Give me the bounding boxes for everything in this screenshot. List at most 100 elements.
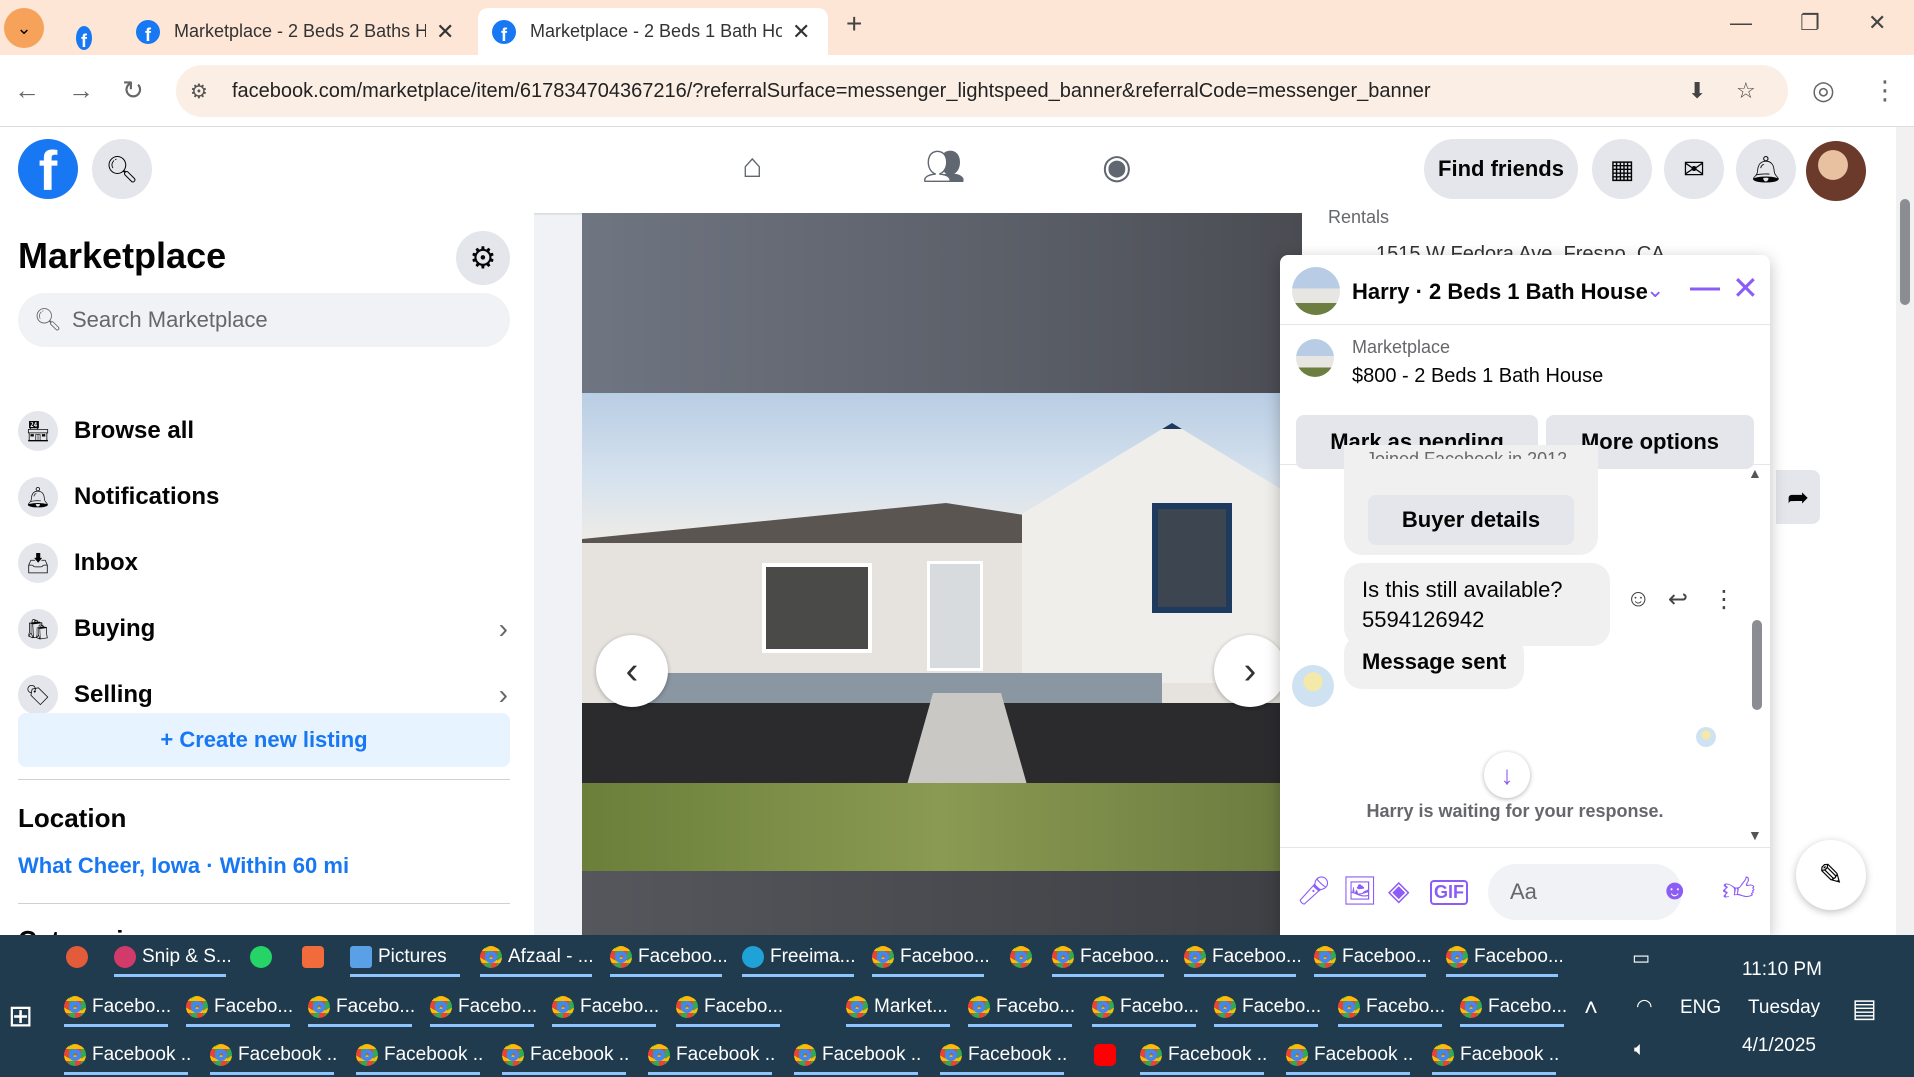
windows-start-icon[interactable]: ⊞: [8, 999, 33, 1034]
close-chat-icon[interactable]: ✕: [1732, 269, 1759, 307]
taskbar-app[interactable]: Facebook ...: [936, 1035, 1068, 1075]
share-button[interactable]: ➦: [1776, 470, 1820, 524]
profile-icon[interactable]: ◎: [1812, 75, 1835, 106]
taskbar-app[interactable]: Facebo...: [182, 987, 294, 1027]
restore-button[interactable]: ❐: [1800, 10, 1820, 36]
taskbar-app[interactable]: Facebook ...: [206, 1035, 338, 1075]
gif-icon[interactable]: GIF: [1430, 880, 1468, 905]
taskbar-app[interactable]: [298, 937, 324, 977]
taskbar-app[interactable]: Facebook ...: [1282, 1035, 1414, 1075]
action-center-icon[interactable]: ▤: [1852, 993, 1877, 1024]
taskbar-app[interactable]: Faceboo...: [868, 937, 988, 977]
taskbar-app[interactable]: Facebook ...: [1136, 1035, 1268, 1075]
reply-icon[interactable]: ↩: [1668, 585, 1688, 614]
chat-header[interactable]: Harry · 2 Beds 1 Bath House ⌄ — ✕: [1280, 255, 1770, 325]
taskbar-app[interactable]: Freeima...: [738, 937, 858, 977]
search-button[interactable]: 🔍︎: [92, 139, 152, 199]
taskbar-app[interactable]: Facebook ...: [790, 1035, 922, 1075]
taskbar-app[interactable]: [246, 937, 272, 977]
friends-icon[interactable]: 👥︎: [922, 147, 965, 187]
tab-search-button[interactable]: ⌄: [4, 8, 44, 48]
clock-day[interactable]: Tuesday: [1748, 997, 1820, 1019]
taskbar-app[interactable]: [1090, 1035, 1118, 1075]
battery-icon[interactable]: ▭: [1632, 947, 1650, 970]
notifications-button[interactable]: 🔔︎: [1736, 139, 1796, 199]
sticker-icon[interactable]: ◈: [1388, 874, 1410, 907]
taskbar-app[interactable]: Facebo...: [1456, 987, 1568, 1027]
wifi-icon[interactable]: ◠: [1636, 995, 1653, 1018]
clock-date[interactable]: 4/1/2025: [1742, 1035, 1816, 1057]
listing-price-title[interactable]: $800 - 2 Beds 1 Bath House: [1352, 365, 1603, 388]
taskbar-app[interactable]: Faceboo...: [1442, 937, 1562, 977]
pinned-tab[interactable]: f: [62, 14, 106, 61]
url-bar[interactable]: ⚙ facebook.com/marketplace/item/61783470…: [176, 65, 1788, 117]
install-icon[interactable]: ⬇: [1688, 78, 1706, 104]
taskbar-app[interactable]: Faceboo...: [1180, 937, 1300, 977]
page-scrollbar[interactable]: [1896, 127, 1914, 935]
find-friends-button[interactable]: Find friends: [1424, 139, 1578, 199]
close-window-button[interactable]: ✕: [1868, 10, 1886, 36]
taskbar-app[interactable]: [1006, 937, 1032, 977]
groups-icon[interactable]: ◉: [1102, 147, 1132, 187]
sidebar-item-notifications[interactable]: 🔔︎ Notifications: [18, 469, 518, 525]
thumbs-up-icon[interactable]: 👍︎: [1722, 870, 1755, 909]
chevron-up-icon[interactable]: ˄: [1584, 995, 1598, 1023]
new-tab-button[interactable]: +: [846, 8, 862, 40]
tab-1[interactable]: f Marketplace - 2 Beds 2 Baths H ✕: [122, 8, 468, 55]
taskbar-app[interactable]: Facebo...: [60, 987, 172, 1027]
minimize-chat-icon[interactable]: —: [1690, 271, 1720, 305]
volume-icon[interactable]: 🔈︎: [1634, 1039, 1645, 1061]
taskbar-app[interactable]: Facebo...: [548, 987, 660, 1027]
taskbar-app[interactable]: [62, 937, 88, 977]
site-info-icon[interactable]: ⚙: [190, 79, 216, 104]
tab-2-active[interactable]: f Marketplace - 2 Beds 1 Bath Ho ✕: [478, 8, 828, 55]
buyer-details-button[interactable]: Buyer details: [1368, 495, 1574, 545]
taskbar-app[interactable]: Facebo...: [964, 987, 1076, 1027]
close-icon[interactable]: ✕: [436, 19, 454, 45]
previous-photo-button[interactable]: ‹: [596, 635, 668, 707]
taskbar-app[interactable]: Facebook ...: [1428, 1035, 1560, 1075]
photo-icon[interactable]: 🖼︎: [1342, 874, 1378, 907]
taskbar-app[interactable]: Facebo...: [1210, 987, 1322, 1027]
sidebar-item-inbox[interactable]: 📥︎ Inbox: [18, 535, 518, 591]
chevron-down-icon[interactable]: ⌄: [1646, 277, 1664, 303]
scroll-down-arrow[interactable]: ▼: [1748, 827, 1762, 843]
clock-time[interactable]: 11:10 PM: [1742, 959, 1822, 981]
menu-button[interactable]: ▦: [1592, 139, 1652, 199]
taskbar-app[interactable]: Faceboo...: [1310, 937, 1430, 977]
messenger-button[interactable]: ✉: [1664, 139, 1724, 199]
emoji-icon[interactable]: ☻: [1660, 874, 1689, 906]
language-indicator[interactable]: ENG: [1680, 997, 1721, 1019]
taskbar-app[interactable]: Facebook ...: [498, 1035, 630, 1075]
taskbar-app[interactable]: Facebook ...: [352, 1035, 484, 1075]
scroll-to-bottom-button[interactable]: ↓: [1484, 752, 1530, 798]
back-icon[interactable]: ←: [14, 75, 40, 106]
sidebar-item-browse-all[interactable]: 🏪︎ Browse all: [18, 403, 518, 459]
message-input[interactable]: [1488, 864, 1682, 920]
react-icon[interactable]: ☺: [1626, 585, 1651, 613]
sidebar-item-buying[interactable]: 🛍︎ Buying ›: [18, 601, 518, 657]
menu-kebab-icon[interactable]: ⋮: [1872, 75, 1898, 106]
account-avatar[interactable]: [1806, 141, 1866, 201]
taskbar-app[interactable]: Snip & S...: [110, 937, 230, 977]
taskbar-app[interactable]: Facebook ...: [60, 1035, 192, 1075]
taskbar-app[interactable]: Facebook ...: [644, 1035, 776, 1075]
close-icon[interactable]: ✕: [792, 19, 810, 45]
home-icon[interactable]: ⌂: [742, 147, 763, 186]
facebook-logo[interactable]: f: [18, 139, 78, 199]
forward-icon[interactable]: →: [68, 75, 94, 106]
next-photo-button[interactable]: ›: [1214, 635, 1286, 707]
settings-button[interactable]: ⚙: [456, 231, 510, 285]
create-new-listing-button[interactable]: + Create new listing: [18, 713, 510, 767]
chat-title[interactable]: Harry · 2 Beds 1 Bath House: [1352, 279, 1648, 305]
more-icon[interactable]: ⋮: [1712, 585, 1736, 614]
taskbar-app[interactable]: Afzaal - ...: [476, 937, 596, 977]
taskbar-app[interactable]: Facebo...: [672, 987, 784, 1027]
minimize-button[interactable]: —: [1730, 10, 1752, 36]
new-message-button[interactable]: ✎: [1796, 840, 1866, 910]
taskbar-app[interactable]: Pictures: [346, 937, 464, 977]
taskbar-app[interactable]: Facebo...: [304, 987, 416, 1027]
taskbar-app[interactable]: Facebo...: [1334, 987, 1446, 1027]
taskbar-app[interactable]: Market...: [842, 987, 954, 1027]
location-link[interactable]: What Cheer, Iowa · Within 60 mi: [18, 853, 349, 879]
